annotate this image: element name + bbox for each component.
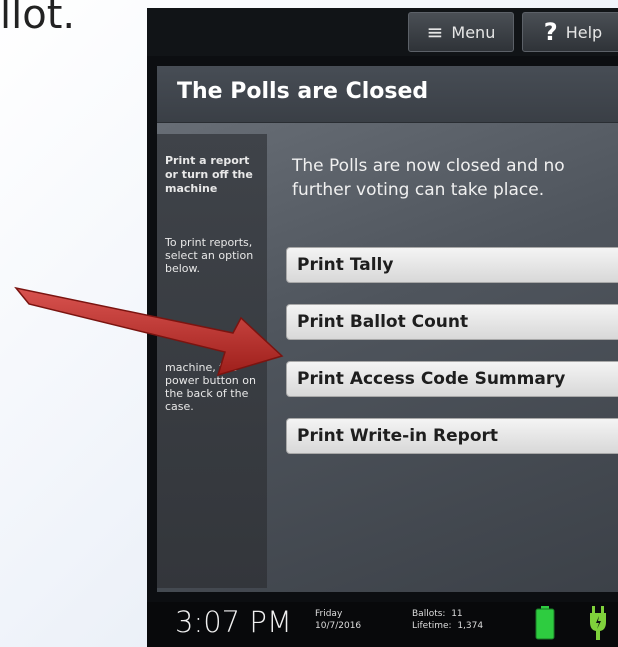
red-arrow-icon <box>14 286 284 377</box>
